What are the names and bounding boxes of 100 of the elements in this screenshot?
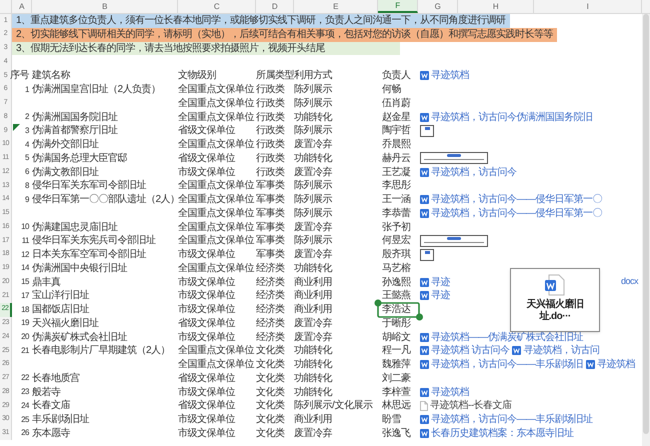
document-link[interactable]: 寻迹筑档，访古问今——侵华日军第一〇 [420,192,602,208]
category: 文化类 [256,344,284,358]
document-icon [420,388,429,397]
column-header[interactable]: G [418,0,458,13]
document-link[interactable]: 寻迹筑档——伪满炭矿株式会社旧址 [420,330,583,345]
sequence-number: 3 [25,124,29,137]
building-name: 伪满洲国中央银行旧址 [32,262,127,276]
person-in-charge: 王懿燕 [382,288,410,304]
building-name: 日本关东军空军司令部旧址 [32,248,146,262]
usage-type: 陈列展示 [294,124,332,138]
document-link[interactable]: 寻迹筑档，访古问今伪满洲国国务院旧 [420,110,592,125]
sequence-number: 26 [21,427,29,440]
person-in-charge: 赫丹云 [382,152,410,166]
usage-type: 商业利用 [294,288,332,304]
image-thumbnail[interactable] [420,152,488,164]
document-icon [544,274,566,296]
usage-type: 功能转化 [294,262,332,276]
usage-type: 商业利用 [294,276,332,290]
document-link[interactable]: 寻迹筑档，访古问今——侵华日军第一〇 [420,206,602,221]
building-name: 国都饭店旧址 [32,302,89,318]
column-header[interactable]: A [12,0,32,13]
usage-type: 废置冷弃 [294,138,332,152]
building-name: 长春电影制片厂早期建筑（2人） [32,344,170,358]
heritage-level: 全国重点文保单位 [178,110,254,124]
document-link[interactable]: 寻迹 [420,274,450,290]
document-icon [512,346,522,356]
person-in-charge: 殷齐琪 [382,248,410,262]
heritage-level: 市级文保单位 [178,166,235,180]
heritage-level: 全国重点文保单位 [178,206,254,221]
sequence-number: 11 [22,234,29,247]
document-icon [420,415,429,424]
scrollbar[interactable] [642,14,650,446]
column-title: 建筑名称 [32,68,70,84]
document-link[interactable]: 寻迹 [420,288,450,304]
person-in-charge: 李浩达 [382,302,410,318]
sequence-number: 8 [25,180,29,192]
person-in-charge: 胡峪文 [382,330,410,345]
document-link[interactable]: 寻迹筑档 [420,68,469,84]
usage-type: 功能转化 [294,358,332,372]
category: 行政类 [256,124,284,138]
document-link[interactable]: 寻迹筑档 [420,384,469,400]
document-link[interactable]: 寻迹筑档--长春文庙 [420,398,512,414]
column-header[interactable]: I [534,0,642,13]
sequence-number: 4 [25,138,29,151]
document-icon [586,360,595,370]
file-preview-card[interactable]: 天兴福火磨旧址.do··· [510,268,600,332]
document-link[interactable]: 寻迹筑档，访古问今 [420,164,516,180]
sequence-number: 22 [21,372,29,384]
person-in-charge: 李梓萱 [382,386,410,400]
heritage-level: 全国重点文保单位 [178,344,254,358]
building-name: 伪满炭矿株式会社旧址 [32,330,127,344]
person-in-charge: 林思远 [382,398,410,414]
document-icon [420,195,429,204]
document-link[interactable]: 寻迹筑档 [586,357,635,372]
column-header[interactable]: B [32,0,178,13]
column-header[interactable]: D [256,0,294,13]
category: 军事类 [256,192,284,208]
sequence-number: 6 [25,166,29,178]
building-name: 伪满首都警察厅旧址 [32,124,118,138]
image-thumbnail[interactable] [420,234,488,247]
column-header[interactable]: F [378,0,418,13]
building-name: 长春地质宫 [32,372,80,386]
usage-type: 废置冷弃 [294,166,332,180]
document-link[interactable]: 长春历史建筑档案：东本愿寺旧址 [420,426,574,441]
heritage-level: 全国重点文保单位 [178,96,254,111]
heritage-level: 全国重点文保单位 [178,220,254,234]
heritage-level: 市级文保单位 [178,248,235,262]
document-link[interactable]: 寻迹筑档，访古问今——丰乐剧场旧 [420,357,583,372]
document-link[interactable]: 寻迹筑档，访古问今——丰乐剧场旧址 [420,412,592,428]
document-link[interactable]: 寻迹筑档，访古问 [512,343,600,358]
heritage-level: 全国重点文保单位 [178,192,254,208]
person-in-charge: 程一凡 [382,344,410,358]
image-thumbnail[interactable] [420,124,434,137]
document-icon [420,278,429,287]
person-in-charge: 于晰彤 [382,316,410,331]
sequence-number: 19 [21,317,29,330]
document-icon [420,346,429,356]
sequence-number: 1 [25,84,29,96]
building-name: 丰乐剧场旧址 [32,412,89,428]
column-title: 序号 [10,68,29,84]
sequence-number: 21 [21,344,29,357]
document-link[interactable]: 寻迹筑档 访古问今 [420,343,510,358]
usage-type: 陈列展示 [294,193,332,208]
heritage-level: 市级文保单位 [178,288,235,304]
building-name: 长春文庙 [32,398,70,414]
usage-type: 陈列展示 [294,206,332,221]
column-header[interactable]: H [458,0,534,13]
sequence-number: 14 [21,262,29,274]
category: 军事类 [256,234,284,248]
sequence-number: 15 [21,276,29,288]
category: 经济类 [256,302,284,318]
category: 行政类 [256,166,284,180]
sequence-number: 23 [21,386,29,398]
heritage-level: 市级文保单位 [178,276,235,290]
column-header[interactable]: C [178,0,256,13]
image-thumbnail[interactable] [420,248,434,261]
person-in-charge: 马艺榕 [382,262,410,276]
document-link[interactable]: docx [620,275,638,289]
column-title: 文物级别 [178,68,216,84]
usage-type: 废置冷弃 [294,316,332,331]
